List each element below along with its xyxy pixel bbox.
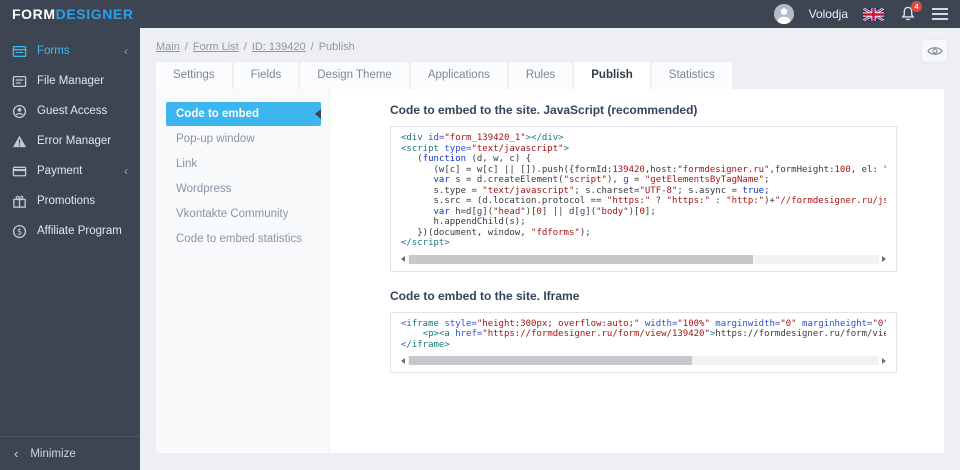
publish-panel: Code to embed Pop-up window Link Wordpre… [156, 89, 944, 453]
minimize-label: Minimize [30, 447, 76, 460]
sidebar-item-label: Payment [37, 165, 83, 177]
scroll-right-arrow-icon[interactable] [882, 256, 886, 262]
submenu-popup-window[interactable]: Pop-up window [166, 127, 321, 151]
submenu-code-to-embed-statistics[interactable]: Code to embed statistics [166, 227, 321, 251]
chevron-collapse-icon: ‹ [124, 44, 128, 58]
avatar-person-icon [773, 4, 794, 24]
js-embed-code-box: <div id="form_139420_1"></div> <script ty… [390, 126, 897, 272]
promotions-icon [13, 195, 26, 208]
breadcrumb-current: Publish [318, 41, 355, 53]
embed-code-section: Code to embed to the site. JavaScript (r… [330, 89, 944, 453]
breadcrumb-form-id[interactable]: ID: 139420 [252, 41, 306, 53]
tab-statistics[interactable]: Statistics [651, 62, 732, 89]
svg-text:$: $ [17, 226, 22, 236]
notifications-button[interactable]: 4 [899, 1, 922, 23]
scroll-right-arrow-icon[interactable] [882, 357, 886, 364]
scrollbar-thumb[interactable] [409, 356, 692, 365]
js-embed-code[interactable]: <div id="form_139420_1"></div> <script ty… [401, 133, 886, 249]
iframe-code-horizontal-scrollbar[interactable] [401, 354, 886, 367]
scroll-left-arrow-icon[interactable] [401, 357, 405, 364]
sidebar-item-forms[interactable]: Forms ‹ [0, 36, 140, 66]
chevron-left-icon: ‹ [14, 446, 19, 461]
iframe-embed-code-box: <iframe style="height:300px; overflow:au… [390, 311, 897, 373]
scrollbar-thumb[interactable] [409, 254, 753, 264]
tab-publish[interactable]: Publish [574, 62, 650, 89]
breadcrumb-separator: / [184, 41, 188, 53]
language-flag-uk-icon[interactable] [863, 7, 884, 21]
tab-settings[interactable]: Settings [156, 62, 232, 89]
scroll-left-arrow-icon[interactable] [401, 256, 405, 262]
user-avatar[interactable] [773, 4, 794, 24]
logo-designer: DESIGNER [55, 6, 134, 22]
sidebar-item-label: File Manager [37, 75, 105, 87]
file-manager-icon [12, 75, 27, 87]
submenu-wordpress[interactable]: Wordpress [166, 177, 321, 201]
tab-applications[interactable]: Applications [410, 62, 507, 89]
payment-icon [12, 166, 27, 176]
form-tabs: Settings Fields Design Theme Application… [156, 62, 960, 89]
sidebar-item-affiliate-program[interactable]: $ Affiliate Program [0, 216, 140, 246]
app-logo[interactable]: FORMDESIGNER [12, 6, 134, 22]
submenu-vkontakte-community[interactable]: Vkontakte Community [166, 202, 321, 226]
breadcrumb: Main / Form List / ID: 139420 / Publish [140, 28, 960, 62]
forms-icon [12, 45, 27, 57]
logo-form: FORM [12, 6, 56, 22]
eye-icon [926, 47, 943, 55]
submenu-code-to-embed[interactable]: Code to embed [166, 102, 321, 126]
sidebar-item-label: Guest Access [37, 105, 108, 117]
sidebar-item-label: Error Manager [37, 135, 112, 147]
affiliate-program-icon: $ [12, 224, 27, 238]
iframe-embed-code[interactable]: <iframe style="height:300px; overflow:au… [401, 319, 886, 351]
breadcrumb-separator: / [243, 41, 247, 53]
breadcrumb-separator: / [310, 41, 314, 53]
sidebar-item-label: Promotions [37, 195, 96, 207]
sidebar-item-payment[interactable]: Payment ‹ [0, 156, 140, 186]
guest-access-icon [12, 104, 27, 118]
js-code-horizontal-scrollbar[interactable] [401, 253, 886, 266]
tab-rules[interactable]: Rules [508, 62, 573, 89]
user-name[interactable]: Volodja [809, 7, 848, 21]
sidebar-item-promotions[interactable]: Promotions [0, 186, 140, 216]
sidebar-item-label: Affiliate Program [37, 225, 122, 237]
sidebar-item-guest-access[interactable]: Guest Access [0, 96, 140, 126]
sidebar-item-error-manager[interactable]: Error Manager [0, 126, 140, 156]
submenu-link[interactable]: Link [166, 152, 321, 176]
content-area: Main / Form List / ID: 139420 / Publish … [140, 28, 960, 470]
sidebar-item-file-manager[interactable]: File Manager [0, 66, 140, 96]
menu-icon[interactable] [932, 8, 948, 20]
breadcrumb-form-list[interactable]: Form List [193, 41, 239, 53]
sidebar-item-label: Forms [37, 45, 70, 57]
notification-badge: 4 [911, 1, 922, 12]
js-embed-title: Code to embed to the site. JavaScript (r… [390, 103, 698, 117]
sidebar-minimize-button[interactable]: ‹ Minimize [0, 436, 140, 470]
tab-fields[interactable]: Fields [233, 62, 299, 89]
preview-button[interactable] [921, 39, 948, 63]
top-header: FORMDESIGNER Volodja 4 [0, 0, 960, 28]
sidebar: Forms ‹ File Manager Guest Access Error … [0, 28, 140, 470]
breadcrumb-main[interactable]: Main [156, 41, 180, 53]
tab-design-theme[interactable]: Design Theme [300, 62, 409, 89]
iframe-embed-title: Code to embed to the site. Iframe [390, 288, 580, 303]
publish-submenu: Code to embed Pop-up window Link Wordpre… [156, 89, 330, 453]
chevron-collapse-icon: ‹ [124, 164, 128, 178]
error-manager-icon [12, 135, 27, 147]
